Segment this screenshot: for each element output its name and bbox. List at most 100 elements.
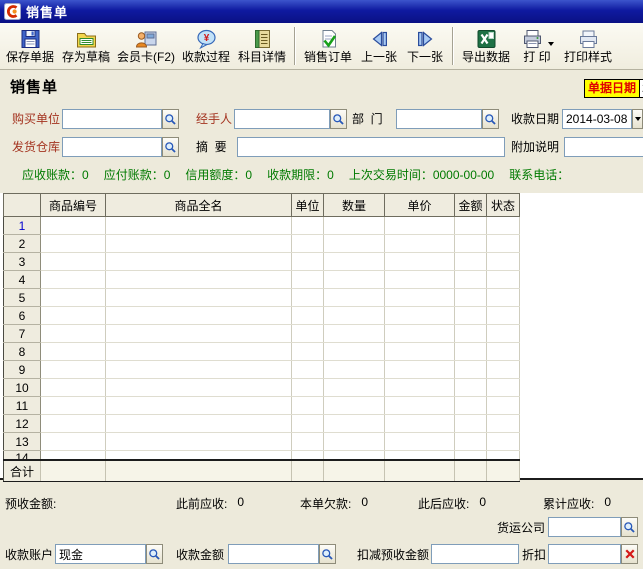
grid-cell[interactable] [106, 325, 292, 343]
window-titlebar[interactable]: 销售单 [0, 0, 643, 23]
buyer-lookup-button[interactable] [162, 109, 179, 129]
grid-cell[interactable] [385, 361, 455, 379]
grid-cell[interactable] [106, 379, 292, 397]
grid-cell[interactable] [455, 307, 487, 325]
grid-cell[interactable] [385, 343, 455, 361]
grid-cell[interactable] [292, 271, 324, 289]
grid-cell[interactable] [324, 379, 385, 397]
handler-input[interactable] [234, 109, 330, 129]
payment-date-dropdown-button[interactable] [632, 109, 643, 129]
grid-cell[interactable] [292, 433, 324, 451]
grid-cell[interactable] [385, 397, 455, 415]
grid-cell[interactable] [292, 325, 324, 343]
grid-cell[interactable] [324, 235, 385, 253]
grid-cell[interactable] [487, 415, 520, 433]
grid-cell[interactable] [385, 217, 455, 235]
grid-cell[interactable] [324, 307, 385, 325]
grid-cell[interactable] [292, 397, 324, 415]
grid-cell[interactable] [106, 433, 292, 451]
grid-cell[interactable] [41, 415, 106, 433]
sales-order-button[interactable]: 销售订单 [300, 24, 356, 67]
grid-cell[interactable] [106, 271, 292, 289]
grid-cell[interactable] [385, 235, 455, 253]
grid-cell[interactable] [487, 235, 520, 253]
grid-cell[interactable] [41, 289, 106, 307]
handler-lookup-button[interactable] [330, 109, 347, 129]
grid-cell[interactable] [292, 253, 324, 271]
grid-cell[interactable] [487, 253, 520, 271]
grid-cell[interactable] [292, 415, 324, 433]
table-row[interactable]: 6 [4, 307, 520, 325]
buyer-input[interactable] [62, 109, 162, 129]
save-draft-button[interactable]: 存为草稿 [58, 24, 114, 67]
payment-date-input[interactable] [562, 109, 632, 129]
grid-cell[interactable] [385, 433, 455, 451]
grid-cell[interactable] [385, 415, 455, 433]
grid-cell[interactable] [324, 271, 385, 289]
grid-cell[interactable] [41, 253, 106, 271]
grid-cell[interactable] [41, 307, 106, 325]
grid-cell[interactable] [106, 253, 292, 271]
table-row[interactable]: 1 [4, 217, 520, 235]
grid-cell[interactable] [487, 343, 520, 361]
department-input[interactable] [396, 109, 482, 129]
grid-cell[interactable] [385, 307, 455, 325]
grid-cell[interactable] [106, 307, 292, 325]
table-row[interactable]: 12 [4, 415, 520, 433]
subject-detail-button[interactable]: 科目详情 [234, 24, 290, 67]
grid-cell[interactable] [324, 343, 385, 361]
print-button[interactable]: 打 印 [514, 24, 560, 67]
grid-cell[interactable] [455, 343, 487, 361]
table-row[interactable]: 4 [4, 271, 520, 289]
table-row[interactable]: 3 [4, 253, 520, 271]
grid-cell[interactable] [487, 433, 520, 451]
grid-cell[interactable] [487, 307, 520, 325]
payment-amount-input[interactable] [228, 544, 319, 564]
warehouse-input[interactable] [62, 137, 162, 157]
grid-cell[interactable] [292, 379, 324, 397]
grid-cell[interactable] [324, 415, 385, 433]
extra-note-input[interactable] [564, 137, 643, 157]
discount-clear-button[interactable] [621, 544, 638, 564]
payment-account-input[interactable] [55, 544, 146, 564]
summary-input[interactable] [237, 137, 505, 157]
payment-process-button[interactable]: ¥ 收款过程 [178, 24, 234, 67]
grid-cell[interactable] [324, 325, 385, 343]
grid-cell[interactable] [487, 325, 520, 343]
grid-cell[interactable] [455, 361, 487, 379]
grid-cell[interactable] [106, 415, 292, 433]
grid-cell[interactable] [324, 217, 385, 235]
grid-cell[interactable] [106, 343, 292, 361]
grid-cell[interactable] [455, 235, 487, 253]
grid-cell[interactable] [292, 361, 324, 379]
grid-cell[interactable] [455, 271, 487, 289]
table-row[interactable]: 9 [4, 361, 520, 379]
previous-button[interactable]: 上一张 [356, 24, 402, 67]
grid-cell[interactable] [41, 217, 106, 235]
table-row[interactable]: 11 [4, 397, 520, 415]
grid-cell[interactable] [106, 289, 292, 307]
grid-cell[interactable] [455, 253, 487, 271]
export-data-button[interactable]: 导出数据 [458, 24, 514, 67]
payment-amount-lookup-button[interactable] [319, 544, 336, 564]
grid-cell[interactable] [41, 343, 106, 361]
grid-cell[interactable] [455, 433, 487, 451]
grid-cell[interactable] [487, 397, 520, 415]
table-row[interactable]: 2 [4, 235, 520, 253]
table-row[interactable]: 10 [4, 379, 520, 397]
grid-cell[interactable] [292, 235, 324, 253]
save-button[interactable]: 保存单据 [2, 24, 58, 67]
grid-cell[interactable] [106, 397, 292, 415]
grid-cell[interactable] [292, 217, 324, 235]
discount-input[interactable] [548, 544, 621, 564]
department-lookup-button[interactable] [482, 109, 499, 129]
grid-cell[interactable] [324, 397, 385, 415]
grid-cell[interactable] [487, 289, 520, 307]
grid-cell[interactable] [106, 235, 292, 253]
grid-cell[interactable] [385, 325, 455, 343]
grid-cell[interactable] [41, 379, 106, 397]
print-dropdown-icon[interactable] [548, 42, 554, 46]
grid-cell[interactable] [487, 379, 520, 397]
grid-cell[interactable] [324, 433, 385, 451]
grid-cell[interactable] [455, 289, 487, 307]
